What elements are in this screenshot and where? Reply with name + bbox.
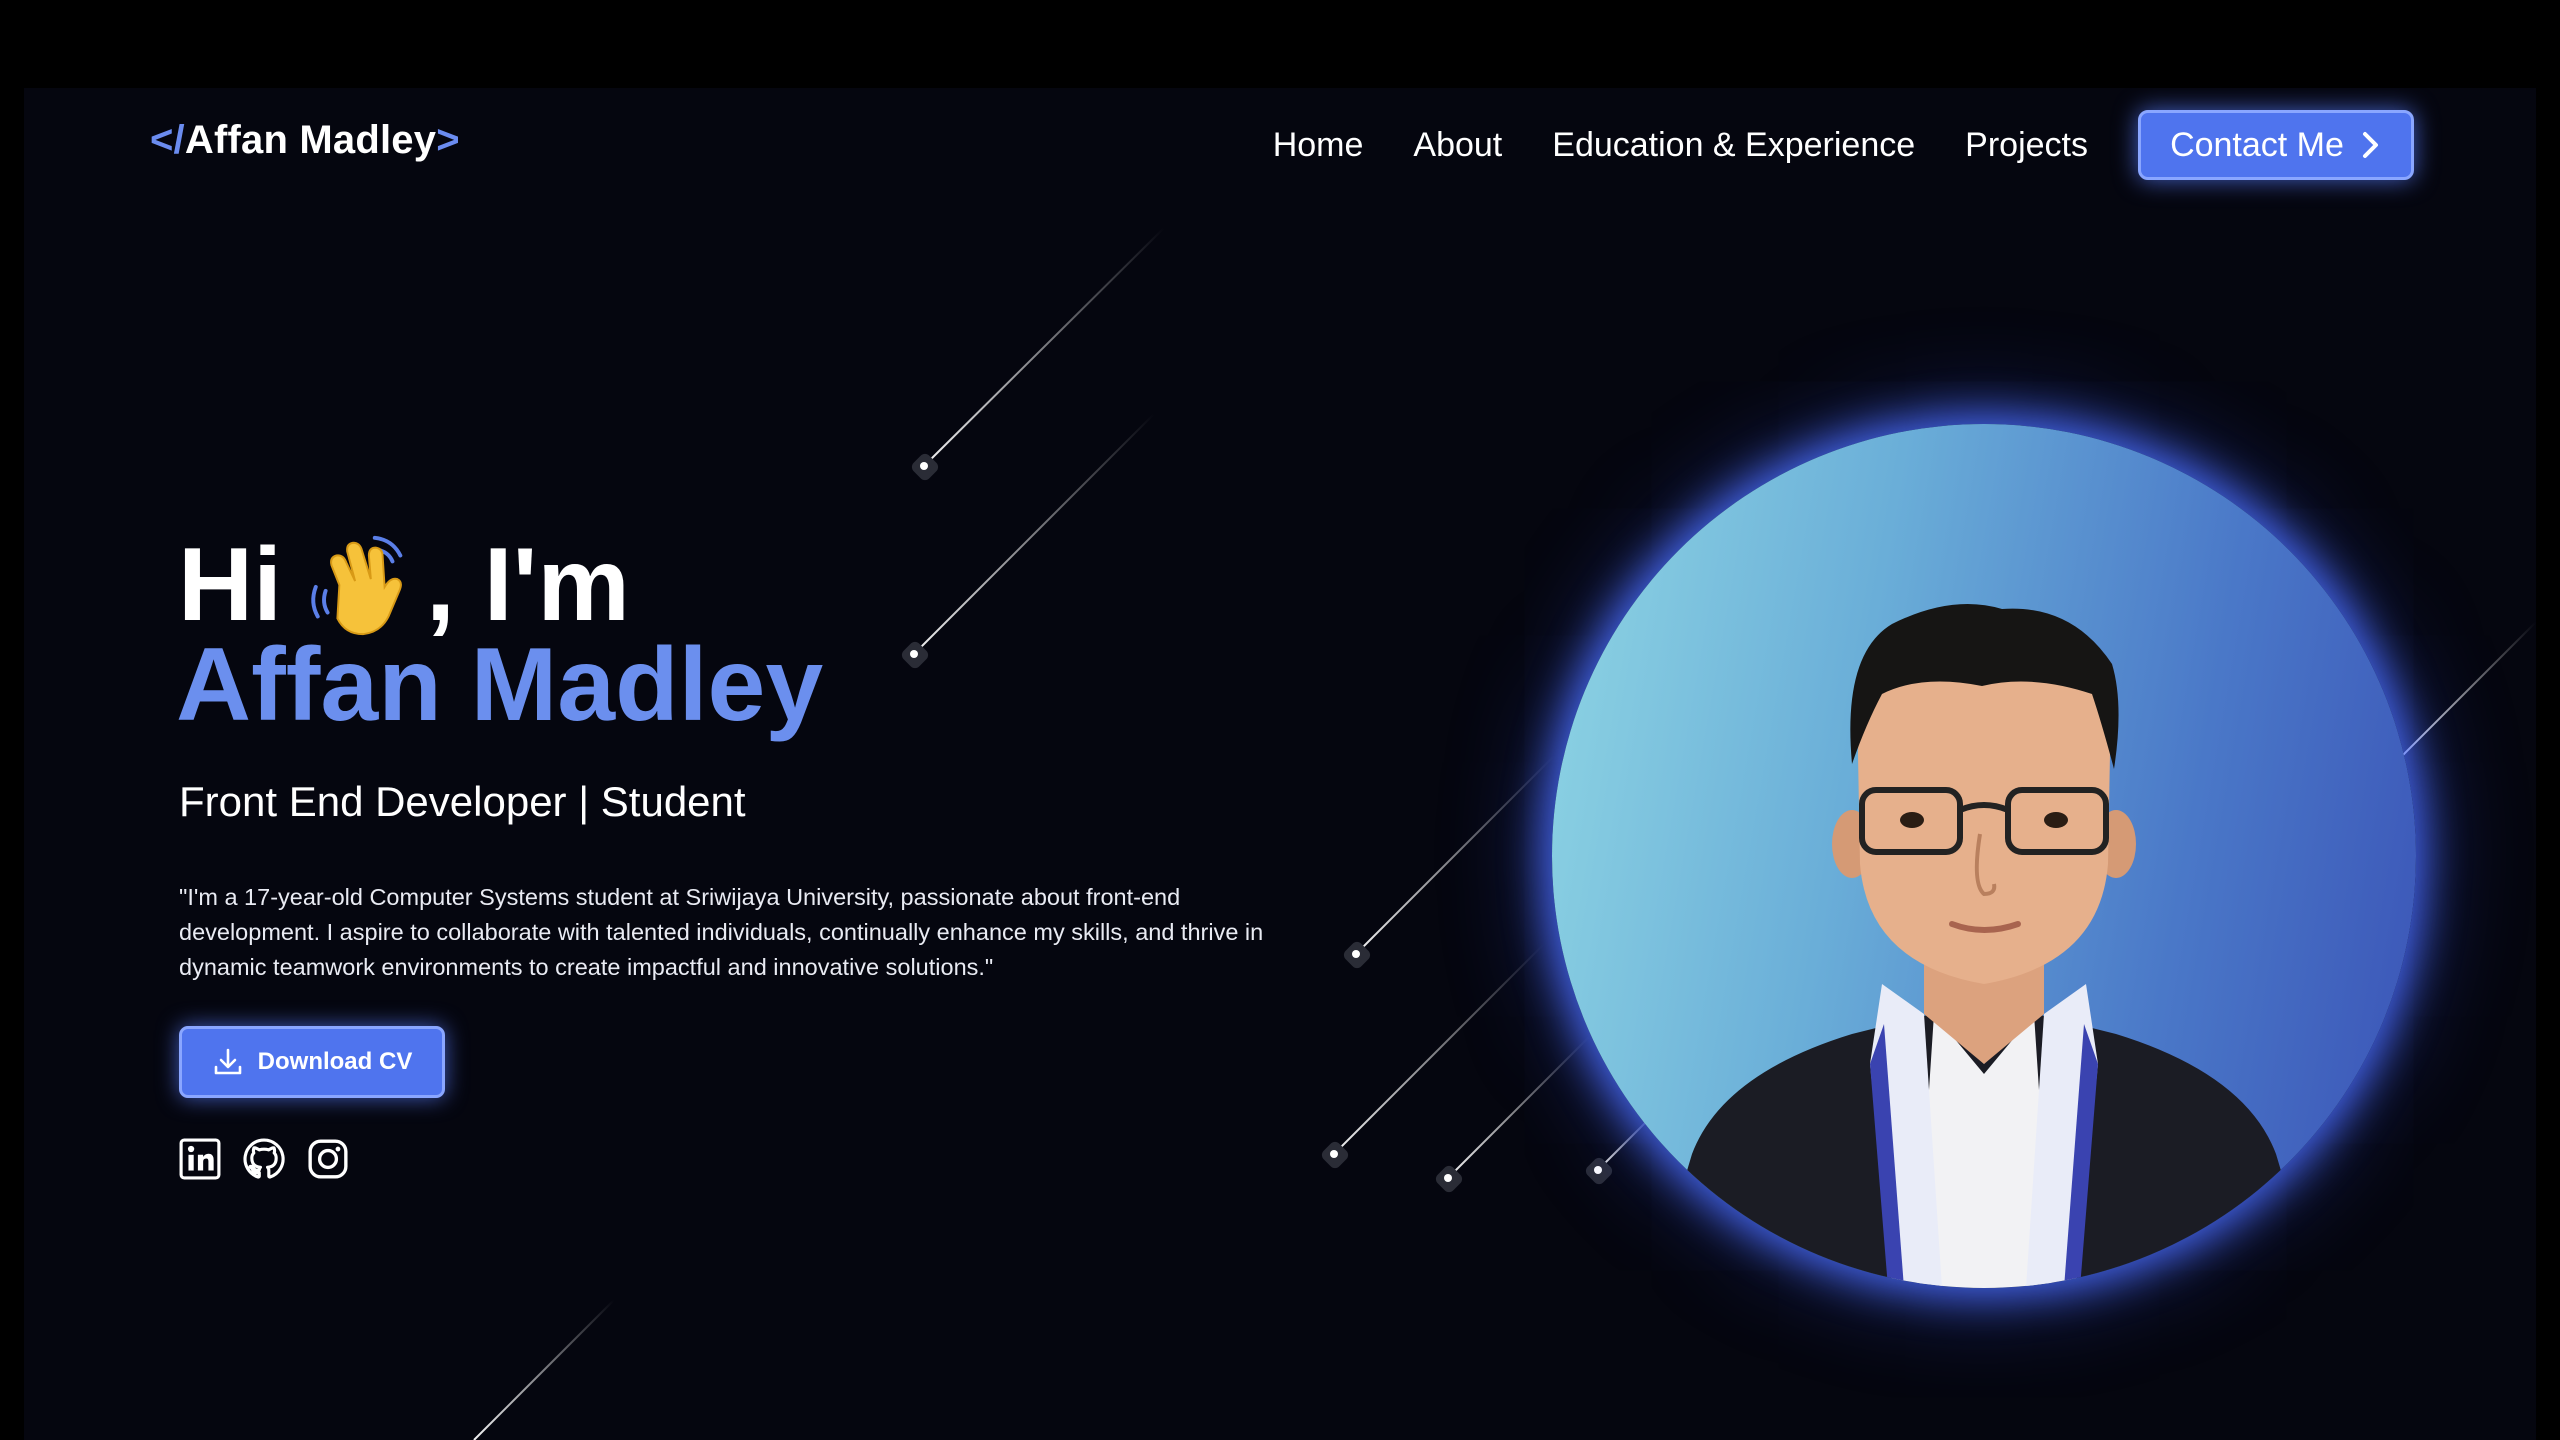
hero-bio: "I'm a 17-year-old Computer Systems stud… <box>179 884 1264 980</box>
instagram-icon[interactable] <box>307 1138 349 1180</box>
github-icon[interactable] <box>243 1138 285 1180</box>
streak <box>1321 943 1545 1169</box>
logo-close-bracket: > <box>436 118 460 162</box>
download-cv-button[interactable]: Download CV <box>179 1026 445 1098</box>
hero-name: Affan Madley <box>176 627 824 743</box>
nav-projects[interactable]: Projects <box>1965 126 2088 165</box>
streak <box>2399 621 2536 759</box>
streak <box>473 1299 615 1440</box>
profile-photo <box>1552 424 2416 1288</box>
contact-me-label: Contact Me <box>2170 125 2344 164</box>
logo-open-bracket: </ <box>150 118 185 162</box>
profile-portrait-illustration <box>1652 604 2316 1288</box>
linkedin-icon[interactable] <box>179 1138 221 1180</box>
nav-education-experience[interactable]: Education & Experience <box>1552 126 1915 165</box>
download-cv-label: Download CV <box>257 1048 413 1075</box>
streak <box>911 227 1165 481</box>
nav-home[interactable]: Home <box>1273 126 1364 165</box>
logo-name: Affan Madley <box>184 118 437 162</box>
hero-role: Front End Developer | Student <box>179 778 746 825</box>
streak <box>901 413 1155 669</box>
greeting-im: , I'm <box>426 527 630 643</box>
contact-me-button[interactable]: Contact Me <box>2138 110 2414 180</box>
main-nav: Home About Education & Experience Projec… <box>1273 110 2414 180</box>
site-logo[interactable]: </Affan Madley> <box>150 118 460 163</box>
streak <box>1343 755 1555 969</box>
page: </Affan Madley> Home About Education & E… <box>24 88 2536 1440</box>
greeting-hi: Hi <box>178 527 282 643</box>
chevron-right-icon <box>2362 132 2378 158</box>
download-icon <box>214 1048 241 1075</box>
nav-about[interactable]: About <box>1413 126 1502 165</box>
streak <box>1435 1035 1591 1193</box>
social-links <box>179 1138 349 1180</box>
